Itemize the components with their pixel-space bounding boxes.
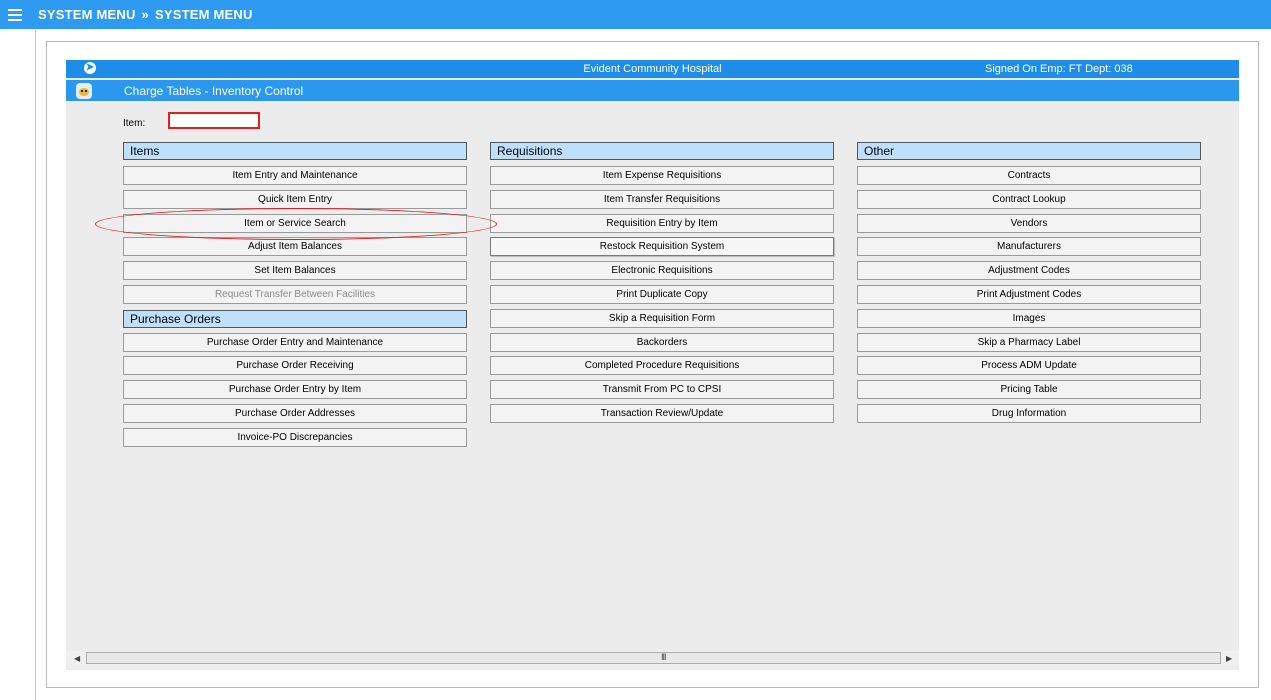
purchase-order-entry-and-maintenance-button[interactable]: Purchase Order Entry and Maintenance [123,333,467,352]
section-header: Items [123,142,467,160]
signed-on-info: Signed On Emp: FT Dept: 038 [985,63,1133,75]
scrollbar-thumb[interactable]: III [86,652,1221,664]
window-title-bar: ➤ Evident Community Hospital Signed On E… [66,60,1239,78]
restock-requisition-system-button[interactable]: Restock Requisition System [490,237,834,256]
scroll-right-icon[interactable]: ▶ [1226,654,1232,663]
item-label: Item: [123,118,146,129]
transmit-from-pc-to-cpsi-button[interactable]: Transmit From PC to CPSI [490,380,834,399]
completed-procedure-requisitions-button[interactable]: Completed Procedure Requisitions [490,356,834,375]
adjust-item-balances-button[interactable]: Adjust Item Balances [123,237,467,256]
request-transfer-between-facilities-button[interactable]: Request Transfer Between Facilities [123,285,467,304]
drug-information-button[interactable]: Drug Information [857,404,1201,423]
adjustment-codes-button[interactable]: Adjustment Codes [857,261,1201,280]
vendors-button[interactable]: Vendors [857,214,1201,233]
breadcrumb-item-system-menu[interactable]: SYSTEM MENU [38,7,136,22]
screen-title: Charge Tables - Inventory Control [124,84,304,98]
top-nav-bar: SYSTEM MENU » SYSTEM MENU [0,0,1271,29]
contracts-button[interactable]: Contracts [857,166,1201,185]
manufacturers-button[interactable]: Manufacturers [857,237,1201,256]
scrollbar-grip: III [661,652,666,662]
purchase-order-entry-by-item-button[interactable]: Purchase Order Entry by Item [123,380,467,399]
pricing-table-button[interactable]: Pricing Table [857,380,1201,399]
transaction-review-update-button[interactable]: Transaction Review/Update [490,404,834,423]
section-header: Other [857,142,1201,160]
requisition-entry-by-item-button[interactable]: Requisition Entry by Item [490,214,834,233]
electronic-requisitions-button[interactable]: Electronic Requisitions [490,261,834,280]
breadcrumb-separator: » [141,7,149,22]
screen-title-bar: Charge Tables - Inventory Control [66,80,1239,101]
print-adjustment-codes-button[interactable]: Print Adjustment Codes [857,285,1201,304]
item-transfer-requisitions-button[interactable]: Item Transfer Requisitions [490,190,834,209]
item-or-service-search-button[interactable]: Item or Service Search [123,214,467,233]
set-item-balances-button[interactable]: Set Item Balances [123,261,467,280]
app-bird-icon [76,83,92,99]
skip-a-requisition-form-button[interactable]: Skip a Requisition Form [490,309,834,328]
skip-a-pharmacy-label-button[interactable]: Skip a Pharmacy Label [857,333,1201,352]
breadcrumb: SYSTEM MENU » SYSTEM MENU [38,7,253,22]
horizontal-scrollbar[interactable]: ◀ III ▶ [66,651,1239,666]
item-input[interactable] [168,112,260,129]
process-adm-update-button[interactable]: Process ADM Update [857,356,1201,375]
section-header: Requisitions [490,142,834,160]
item-expense-requisitions-button[interactable]: Item Expense Requisitions [490,166,834,185]
scroll-left-icon[interactable]: ◀ [74,654,80,663]
section-header: Purchase Orders [123,310,467,328]
invoice-po-discrepancies-button[interactable]: Invoice-PO Discrepancies [123,428,467,447]
purchase-order-receiving-button[interactable]: Purchase Order Receiving [123,356,467,375]
item-entry-and-maintenance-button[interactable]: Item Entry and Maintenance [123,166,467,185]
quick-item-entry-button[interactable]: Quick Item Entry [123,190,467,209]
hamburger-icon[interactable] [8,6,22,22]
contract-lookup-button[interactable]: Contract Lookup [857,190,1201,209]
print-duplicate-copy-button[interactable]: Print Duplicate Copy [490,285,834,304]
breadcrumb-item-current[interactable]: SYSTEM MENU [155,7,253,22]
purchase-order-addresses-button[interactable]: Purchase Order Addresses [123,404,467,423]
images-button[interactable]: Images [857,309,1201,328]
backorders-button[interactable]: Backorders [490,333,834,352]
